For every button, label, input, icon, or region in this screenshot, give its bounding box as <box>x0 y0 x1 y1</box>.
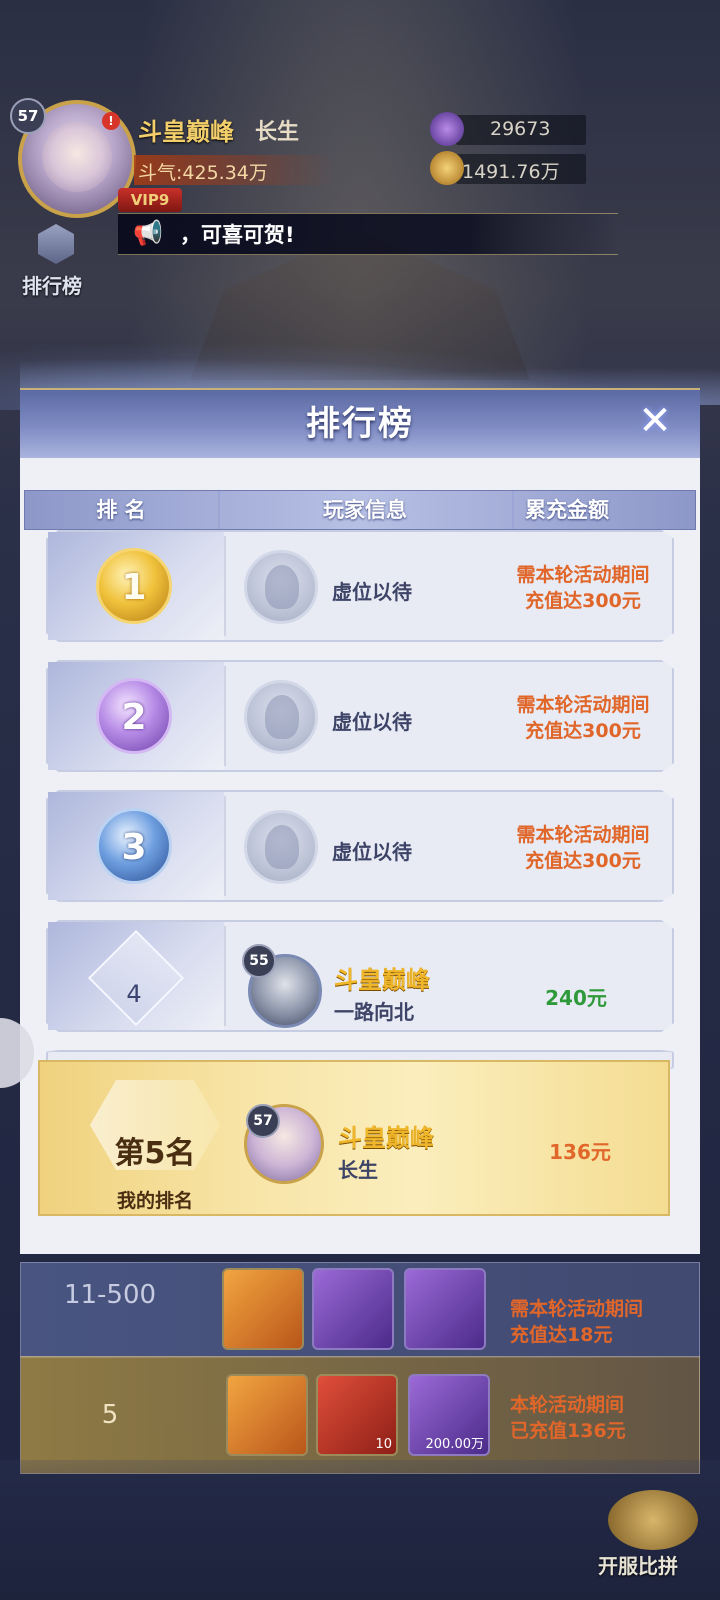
row-separator <box>224 796 226 896</box>
column-rank: 排 名 <box>96 498 146 522</box>
vacant-text: 虚位以待 <box>332 710 412 734</box>
my-rank-label: 我的排名 <box>116 1190 193 1212</box>
modal-title: 排行榜 <box>306 404 414 444</box>
my-name: 长生 <box>338 1158 378 1182</box>
empty-avatar-placeholder <box>244 680 318 754</box>
column-player-info: 玩家信息 <box>323 498 407 522</box>
reward-item-coin[interactable]: 200.00万 <box>408 1374 490 1456</box>
recharge-requirement: 需本轮活动期间 充值达300元 <box>516 824 650 872</box>
player-name: 一路向北 <box>334 1000 414 1024</box>
player-title: 斗皇巅峰 <box>334 966 430 994</box>
notice-text: ，可喜可贺! <box>180 223 295 247</box>
avatar-red-dot: ! <box>102 112 120 130</box>
bronze-medal-icon: 3 <box>96 808 172 884</box>
gold-medal-icon: 1 <box>96 548 172 624</box>
row-separator <box>224 536 226 636</box>
recharge-requirement: 需本轮活动期间 充值达300元 <box>516 564 650 612</box>
my-rank-number: 第5名 <box>114 1136 196 1171</box>
gold-coin-icon <box>430 151 464 185</box>
close-icon[interactable]: ✕ <box>632 398 678 444</box>
rank-number: 4 <box>126 980 142 1008</box>
row-separator <box>224 666 226 766</box>
reward-item-chest[interactable] <box>222 1268 304 1350</box>
player-title: 斗皇巅峰 <box>138 118 234 146</box>
reward-item-lotus[interactable]: 10 <box>316 1374 398 1456</box>
empty-avatar-placeholder <box>244 810 318 884</box>
vip-badge[interactable]: VIP9 <box>118 188 182 212</box>
player-power: 斗气:425.34万 <box>138 162 268 184</box>
my-title: 斗皇巅峰 <box>338 1124 434 1152</box>
vacant-text: 虚位以待 <box>332 580 412 604</box>
reward-row-rank: 11-500 <box>63 1280 157 1310</box>
recharge-requirement: 需本轮活动期间 充值达300元 <box>516 694 650 742</box>
server-compete-button[interactable]: 开服比拼 <box>598 1550 678 1579</box>
player-level-badge: 55 <box>242 944 276 978</box>
reward-item-crystal[interactable] <box>312 1268 394 1350</box>
column-total-recharge: 累充金额 <box>525 498 609 522</box>
player-name: 长生 <box>255 120 300 145</box>
my-recharge-amount: 136元 <box>549 1140 611 1164</box>
currency2-value: 1491.76万 <box>462 161 560 183</box>
currency1-value: 29673 <box>490 118 551 140</box>
vacant-text: 虚位以待 <box>332 840 412 864</box>
leaderboard-button-label[interactable]: 排行榜 <box>22 270 82 299</box>
reward-row-mine-rank: 5 <box>101 1400 119 1430</box>
recharge-amount: 240元 <box>545 986 607 1010</box>
horn-icon: 📢 <box>133 219 163 247</box>
my-level-badge: 57 <box>246 1104 280 1138</box>
server-compete-icon[interactable] <box>608 1490 698 1550</box>
gem-icon <box>430 112 464 146</box>
empty-avatar-placeholder <box>244 550 318 624</box>
reward-item-coin[interactable] <box>404 1268 486 1350</box>
reward-row-req: 需本轮活动期间 充值达18元 <box>510 1298 644 1346</box>
reward-item-chest[interactable] <box>226 1374 308 1456</box>
reward-row-mine-status: 本轮活动期间 已充值136元 <box>510 1394 626 1442</box>
player-level-badge: 57 <box>10 98 46 134</box>
row-separator <box>224 926 226 1026</box>
silver-medal-icon: 2 <box>96 678 172 754</box>
